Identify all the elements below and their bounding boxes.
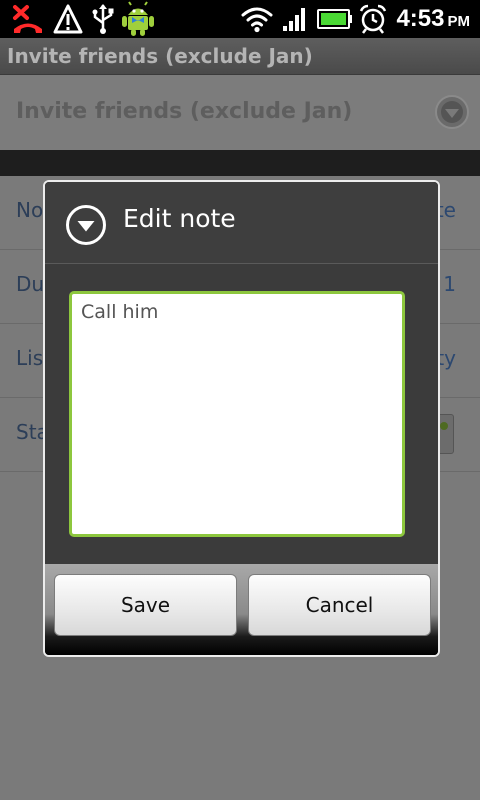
page-title: Invite friends (exclude Jan): [7, 44, 313, 68]
list-selector-dropdown-icon[interactable]: [434, 94, 470, 134]
save-button[interactable]: Save: [54, 574, 237, 636]
android-icon: [118, 1, 158, 36]
status-bar: 4:53 PM: [0, 0, 480, 38]
edit-note-dialog: Edit note Call him Save Cancel: [43, 180, 440, 657]
checkbox-indicator: [440, 422, 448, 430]
usb-icon: [90, 2, 116, 36]
status-time-ampm: PM: [447, 13, 471, 30]
row-label: No: [16, 198, 44, 222]
dialog-title: Edit note: [123, 204, 236, 233]
missed-call-icon: [10, 2, 46, 36]
alarm-icon: [358, 2, 388, 36]
dialog-body: Call him: [45, 264, 438, 564]
list-selector[interactable]: Invite friends (exclude Jan): [0, 75, 480, 150]
screen: 4:53 PM Invite friends (exclude Jan) Inv…: [0, 0, 480, 800]
status-time: 4:53 PM: [396, 0, 470, 38]
note-input[interactable]: Call him: [69, 291, 405, 537]
battery-icon: [316, 2, 354, 36]
row-label: Du: [16, 272, 45, 296]
section-divider: [0, 150, 480, 176]
status-time-value: 4:53: [396, 5, 445, 32]
cancel-button[interactable]: Cancel: [248, 574, 431, 636]
dialog-header: Edit note: [45, 182, 438, 264]
cell-signal-icon: [280, 2, 310, 36]
dialog-dropdown-icon: [65, 204, 107, 250]
list-selector-label: Invite friends (exclude Jan): [16, 99, 353, 124]
signal-alert-icon: [52, 2, 84, 36]
wifi-icon: [240, 2, 274, 36]
dialog-footer: Save Cancel: [45, 564, 438, 655]
row-value: 1: [443, 272, 456, 296]
title-bar: Invite friends (exclude Jan): [0, 38, 480, 75]
